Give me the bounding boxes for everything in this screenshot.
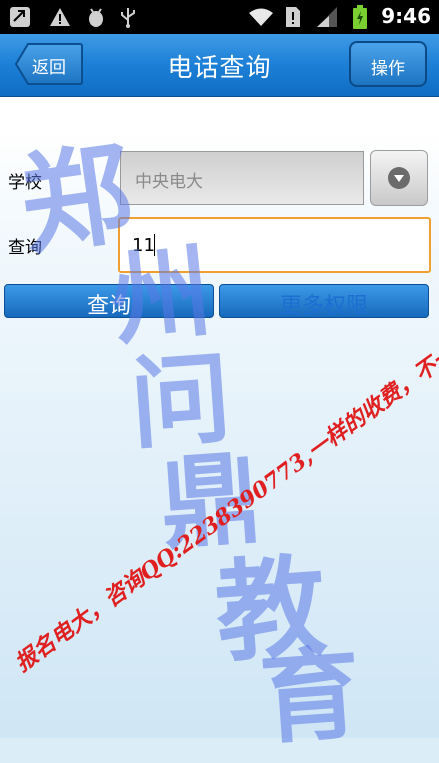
search-button[interactable]: 查询: [4, 284, 214, 319]
query-input-value: 11: [132, 235, 155, 256]
chevron-down-icon: [388, 167, 410, 189]
signal-icon: [314, 6, 340, 28]
clock: 9:46: [381, 4, 431, 28]
sim-alert-icon: [284, 6, 302, 28]
wifi-icon: [247, 6, 275, 28]
search-button-label: 查询: [86, 294, 131, 319]
usb-icon: [118, 6, 138, 28]
battery-charging-icon: [352, 5, 368, 29]
action-button-label: 操作: [371, 59, 405, 79]
status-bar: 9:46: [0, 0, 439, 34]
more-permissions-label: 更多权限: [279, 294, 368, 319]
school-label: 学校: [8, 173, 42, 193]
school-value: 中央电大: [135, 172, 203, 192]
school-field[interactable]: 中央电大: [120, 151, 364, 205]
action-button[interactable]: 操作: [349, 41, 427, 87]
more-permissions-button[interactable]: 更多权限: [219, 284, 429, 319]
main-content: 学校 中央电大 查询 11 查询 更多权限: [0, 97, 439, 738]
school-dropdown-button[interactable]: [370, 150, 428, 206]
android-debug-icon: [84, 6, 108, 28]
query-label: 查询: [8, 238, 42, 258]
title-bar: 返回 电话查询 操作: [0, 34, 439, 97]
text-cursor: [154, 234, 155, 256]
warning-icon: [48, 6, 72, 28]
phone-missed-icon: [8, 6, 32, 28]
query-input[interactable]: 11: [118, 217, 431, 273]
